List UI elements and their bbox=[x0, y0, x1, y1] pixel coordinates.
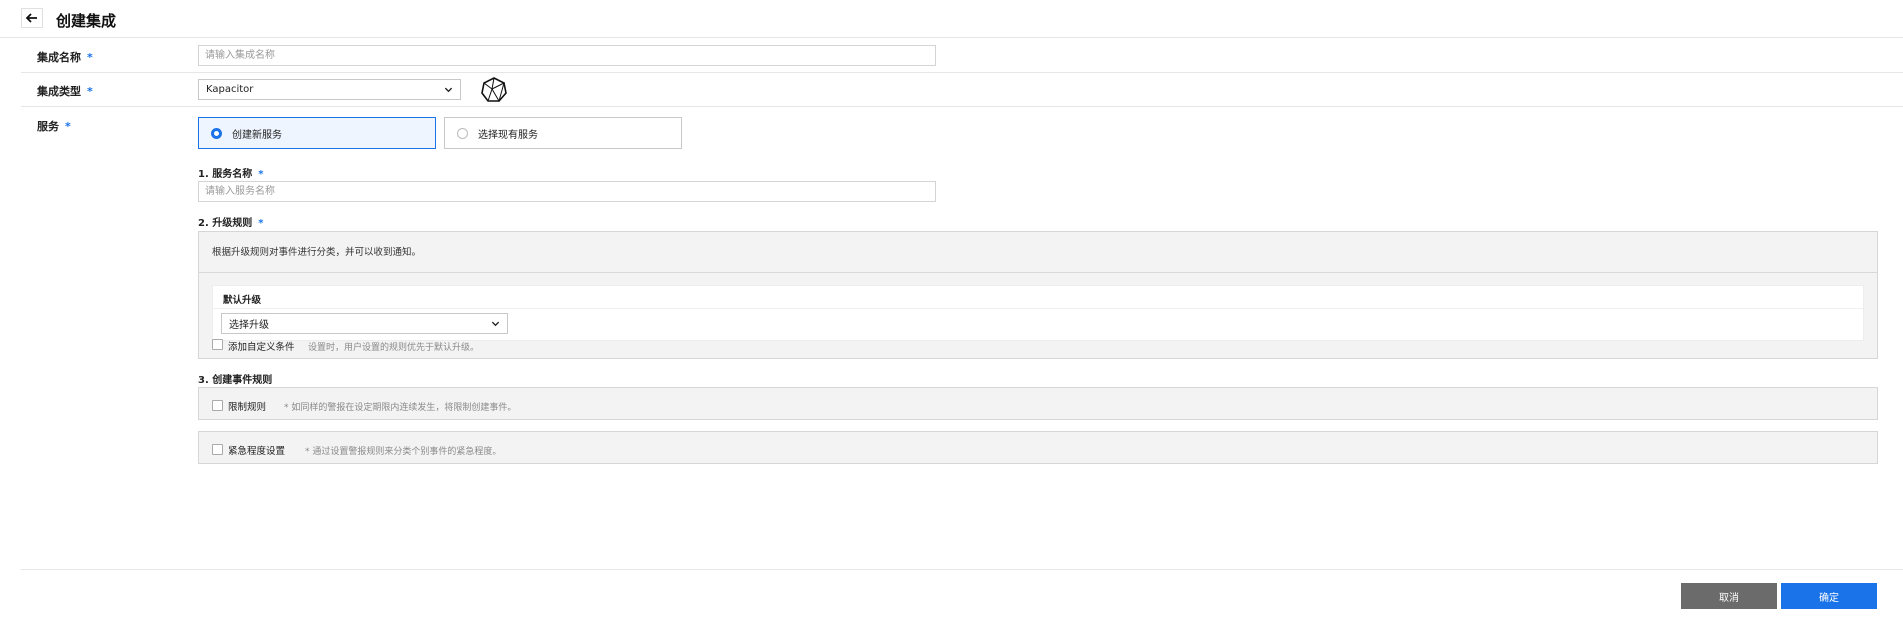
name-label: 集成名称 * bbox=[37, 51, 93, 64]
row-divider bbox=[21, 72, 1903, 73]
event-rules-label: 3. 创建事件规则 bbox=[198, 375, 273, 386]
create-new-service-option[interactable]: 创建新服务 bbox=[198, 117, 436, 149]
limit-rule-checkbox[interactable] bbox=[212, 400, 223, 411]
type-select-value: Kapacitor bbox=[206, 84, 254, 95]
back-button[interactable] bbox=[21, 8, 43, 28]
footer-divider bbox=[21, 569, 1903, 570]
limit-rule-panel: 限制规则 * 如同样的警报在设定期限内连续发生，将限制创建事件。 bbox=[198, 387, 1878, 420]
custom-condition-label: 添加自定义条件 bbox=[228, 342, 295, 353]
panel-divider bbox=[199, 272, 1877, 273]
urgency-panel: 紧急程度设置 * 通过设置警报规则来分类个别事件的紧急程度。 bbox=[198, 431, 1878, 464]
escalation-description: 根据升级规则对事件进行分类，并可以收到通知。 bbox=[212, 247, 422, 258]
option-label: 创建新服务 bbox=[232, 129, 282, 141]
default-escalation-title: 默认升级 bbox=[223, 295, 262, 306]
custom-condition-checkbox[interactable] bbox=[212, 339, 223, 350]
escalation-panel: 根据升级规则对事件进行分类，并可以收到通知。 默认升级 选择升级 添加自定义条件… bbox=[198, 231, 1878, 359]
type-select[interactable]: Kapacitor bbox=[198, 79, 461, 100]
cancel-button[interactable]: 取消 bbox=[1681, 583, 1777, 609]
escalation-select[interactable]: 选择升级 bbox=[221, 313, 508, 334]
urgency-checkbox[interactable] bbox=[212, 444, 223, 455]
select-existing-service-option[interactable]: 选择现有服务 bbox=[444, 117, 682, 149]
page-header: 创建集成 bbox=[0, 0, 1903, 38]
confirm-button[interactable]: 确定 bbox=[1781, 583, 1877, 609]
box-divider bbox=[213, 308, 1863, 309]
chevron-down-icon bbox=[444, 87, 453, 93]
custom-condition-note: 设置时，用户设置的规则优先于默认升级。 bbox=[308, 343, 480, 353]
escalation-select-value: 选择升级 bbox=[229, 320, 269, 331]
urgency-note: * 通过设置警报规则来分类个别事件的紧急程度。 bbox=[305, 447, 502, 457]
service-name-label: 1. 服务名称 * bbox=[198, 169, 264, 180]
service-label: 服务 * bbox=[37, 120, 71, 133]
kapacitor-logo-icon bbox=[481, 77, 507, 103]
name-input[interactable] bbox=[198, 45, 936, 66]
default-escalation-box: 默认升级 选择升级 bbox=[212, 285, 1864, 341]
row-divider bbox=[21, 106, 1903, 107]
radio-unselected-icon bbox=[457, 127, 468, 139]
escalation-label: 2. 升级规则 * bbox=[198, 218, 264, 229]
service-name-input[interactable] bbox=[198, 181, 936, 202]
option-label: 选择现有服务 bbox=[478, 129, 538, 141]
radio-selected-icon bbox=[211, 127, 222, 139]
limit-rule-label: 限制规则 bbox=[228, 402, 267, 413]
arrow-left-icon bbox=[26, 13, 37, 23]
type-label: 集成类型 * bbox=[37, 85, 93, 98]
page-title: 创建集成 bbox=[56, 12, 117, 30]
urgency-label: 紧急程度设置 bbox=[228, 446, 286, 457]
chevron-down-icon bbox=[491, 321, 500, 327]
limit-rule-note: * 如同样的警报在设定期限内连续发生，将限制创建事件。 bbox=[284, 403, 517, 413]
